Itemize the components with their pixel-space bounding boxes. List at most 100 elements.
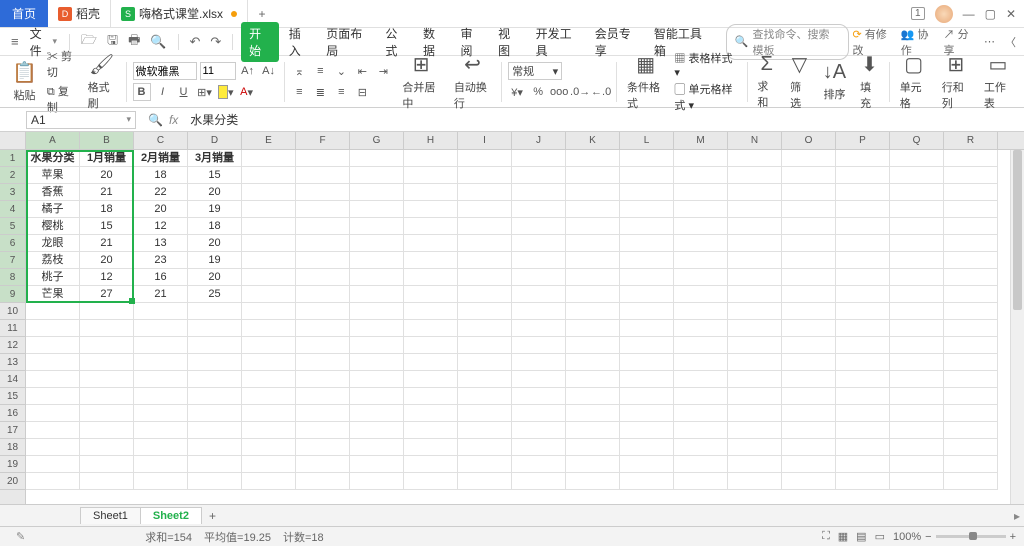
cell-K2[interactable] — [566, 167, 620, 184]
close-icon[interactable]: ✕ — [1006, 7, 1016, 21]
cell-L10[interactable] — [620, 303, 674, 320]
cell-P8[interactable] — [836, 269, 890, 286]
cell-F15[interactable] — [296, 388, 350, 405]
cell-M10[interactable] — [674, 303, 728, 320]
cell-N20[interactable] — [728, 473, 782, 490]
row-header-5[interactable]: 5 — [0, 218, 25, 235]
cell-R7[interactable] — [944, 252, 998, 269]
cell-C15[interactable] — [134, 388, 188, 405]
cell-D1[interactable]: 3月销量 — [188, 150, 242, 167]
cell-K18[interactable] — [566, 439, 620, 456]
cell-I12[interactable] — [458, 337, 512, 354]
cell-E5[interactable] — [242, 218, 296, 235]
cell-Q20[interactable] — [890, 473, 944, 490]
cell-K17[interactable] — [566, 422, 620, 439]
cell-E20[interactable] — [242, 473, 296, 490]
cell-G3[interactable] — [350, 184, 404, 201]
cell-F19[interactable] — [296, 456, 350, 473]
cell-J2[interactable] — [512, 167, 566, 184]
row-header-8[interactable]: 8 — [0, 269, 25, 286]
cell-P12[interactable] — [836, 337, 890, 354]
cell-E12[interactable] — [242, 337, 296, 354]
cell-J17[interactable] — [512, 422, 566, 439]
cell-E17[interactable] — [242, 422, 296, 439]
cell-B2[interactable]: 20 — [80, 167, 134, 184]
cell-L6[interactable] — [620, 235, 674, 252]
cell-D16[interactable] — [188, 405, 242, 422]
cell-L5[interactable] — [620, 218, 674, 235]
cell-P2[interactable] — [836, 167, 890, 184]
cell-E2[interactable] — [242, 167, 296, 184]
cell-R19[interactable] — [944, 456, 998, 473]
sheet-tab-Sheet1[interactable]: Sheet1 — [80, 507, 141, 524]
increase-font-icon[interactable]: A↑ — [239, 62, 257, 80]
cell-H12[interactable] — [404, 337, 458, 354]
cell-Q12[interactable] — [890, 337, 944, 354]
cell-H15[interactable] — [404, 388, 458, 405]
cell-M8[interactable] — [674, 269, 728, 286]
row-header-20[interactable]: 20 — [0, 473, 25, 490]
cell-F20[interactable] — [296, 473, 350, 490]
cell-F10[interactable] — [296, 303, 350, 320]
zoom-control[interactable]: 100% − + — [893, 531, 1016, 543]
cell-K14[interactable] — [566, 371, 620, 388]
cell-H5[interactable] — [404, 218, 458, 235]
number-format-select[interactable]: 常规▾ — [508, 62, 562, 80]
cell-G11[interactable] — [350, 320, 404, 337]
cell-F11[interactable] — [296, 320, 350, 337]
cell-R3[interactable] — [944, 184, 998, 201]
row-header-9[interactable]: 9 — [0, 286, 25, 303]
cell-O17[interactable] — [782, 422, 836, 439]
cell-O19[interactable] — [782, 456, 836, 473]
cell-N16[interactable] — [728, 405, 782, 422]
cell-E3[interactable] — [242, 184, 296, 201]
cell-H19[interactable] — [404, 456, 458, 473]
cell-L8[interactable] — [620, 269, 674, 286]
font-color-button[interactable]: A▾ — [238, 83, 256, 101]
cell-R9[interactable] — [944, 286, 998, 303]
cell-H17[interactable] — [404, 422, 458, 439]
cell-A18[interactable] — [26, 439, 80, 456]
cell-A2[interactable]: 苹果 — [26, 167, 80, 184]
cell-B6[interactable]: 21 — [80, 235, 134, 252]
menu-插入[interactable]: 插入 — [283, 23, 317, 61]
cell-L3[interactable] — [620, 184, 674, 201]
cell-N17[interactable] — [728, 422, 782, 439]
cell-R4[interactable] — [944, 201, 998, 218]
auto-wrap-button[interactable]: ↩ 自动换行 — [450, 52, 495, 111]
cell-N6[interactable] — [728, 235, 782, 252]
cell-K11[interactable] — [566, 320, 620, 337]
cell-C11[interactable] — [134, 320, 188, 337]
row-header-4[interactable]: 4 — [0, 201, 25, 218]
cell-P15[interactable] — [836, 388, 890, 405]
cell-H8[interactable] — [404, 269, 458, 286]
cell-I7[interactable] — [458, 252, 512, 269]
cell-L1[interactable] — [620, 150, 674, 167]
cell-L14[interactable] — [620, 371, 674, 388]
cell-B20[interactable] — [80, 473, 134, 490]
cell-H2[interactable] — [404, 167, 458, 184]
cell-C5[interactable]: 12 — [134, 218, 188, 235]
cell-N8[interactable] — [728, 269, 782, 286]
cell-H14[interactable] — [404, 371, 458, 388]
align-right-icon[interactable]: ≡ — [332, 83, 350, 101]
cell-I3[interactable] — [458, 184, 512, 201]
cell-D17[interactable] — [188, 422, 242, 439]
cell-O7[interactable] — [782, 252, 836, 269]
cell-I2[interactable] — [458, 167, 512, 184]
cell-G16[interactable] — [350, 405, 404, 422]
cell-J8[interactable] — [512, 269, 566, 286]
cell-G13[interactable] — [350, 354, 404, 371]
redo-icon[interactable]: ↷ — [207, 34, 224, 50]
cell-O13[interactable] — [782, 354, 836, 371]
cell-Q3[interactable] — [890, 184, 944, 201]
cell-H6[interactable] — [404, 235, 458, 252]
cell-Q17[interactable] — [890, 422, 944, 439]
cell-K7[interactable] — [566, 252, 620, 269]
cell-G7[interactable] — [350, 252, 404, 269]
col-header-C[interactable]: C — [134, 132, 188, 149]
cell-I4[interactable] — [458, 201, 512, 218]
cell-A7[interactable]: 荔枝 — [26, 252, 80, 269]
cell-L13[interactable] — [620, 354, 674, 371]
cell-P20[interactable] — [836, 473, 890, 490]
